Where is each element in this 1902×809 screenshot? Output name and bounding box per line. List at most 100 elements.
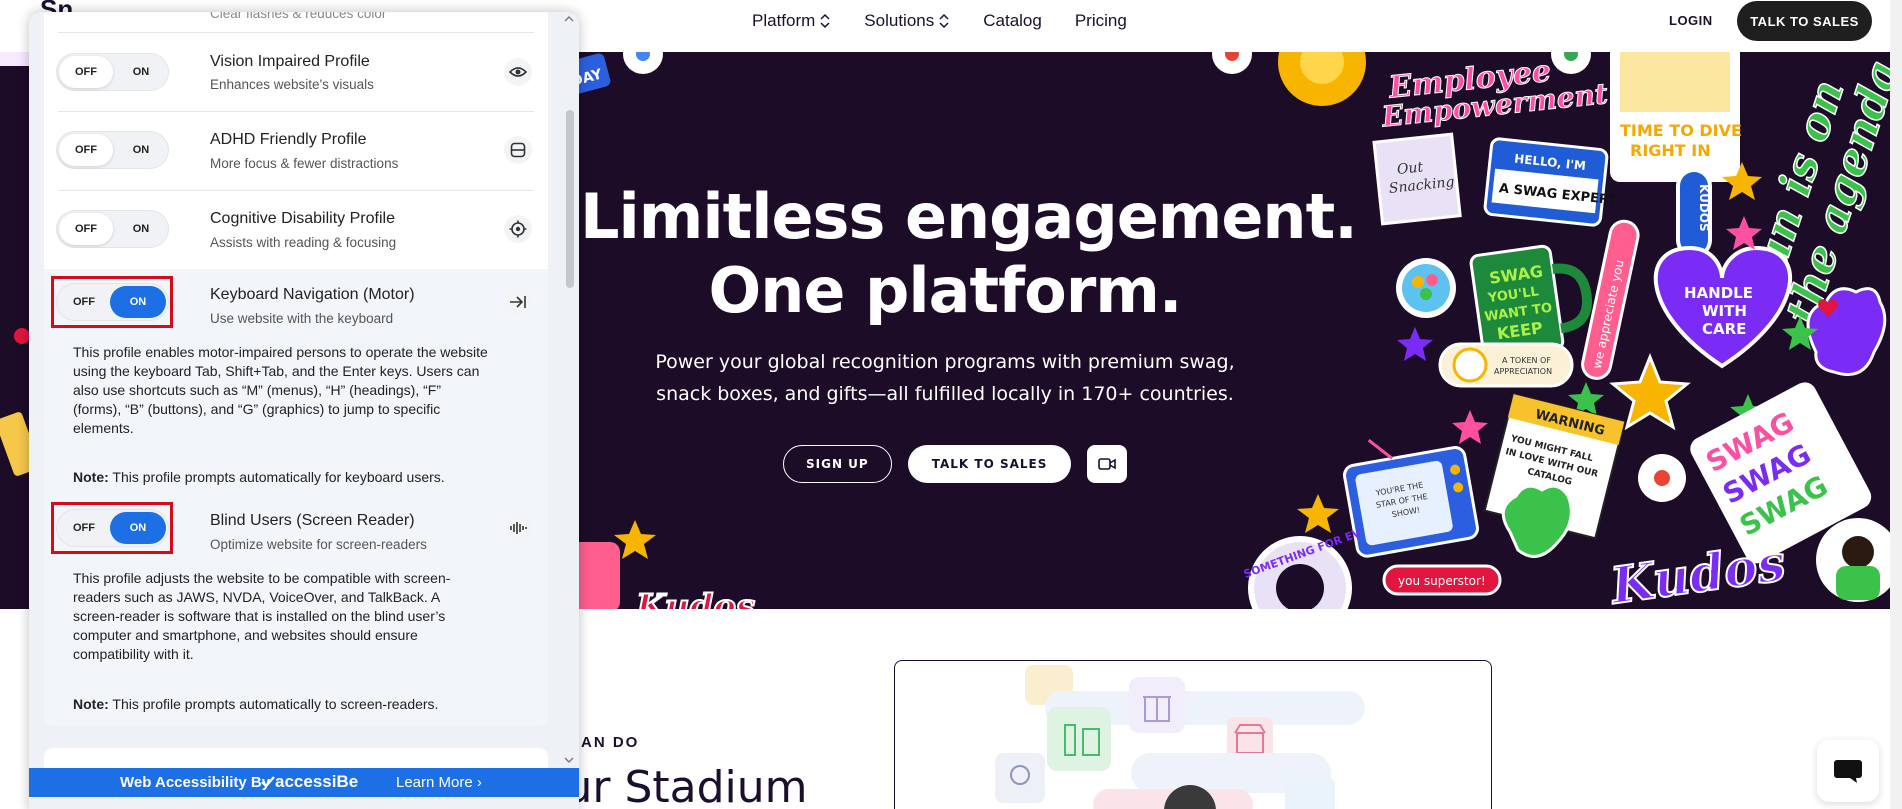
note-text: This profile prompts automatically to sc…	[108, 696, 439, 712]
chat-widget-button[interactable]	[1817, 740, 1879, 802]
main-nav: Platform Solutions Catalog Pricing	[752, 10, 1127, 32]
sticker-handle-text: WITH	[1702, 302, 1747, 320]
login-link[interactable]: LOGIN	[1669, 13, 1713, 28]
sticker-kudos-script: Kudos	[1605, 533, 1789, 609]
sticker-right-in-text: RIGHT IN	[1630, 141, 1711, 160]
sticker-hand-heart	[1806, 287, 1887, 376]
profile-name: Blind Users (Screen Reader)	[210, 512, 415, 529]
profile-details-line: compatibility with it.	[73, 646, 194, 662]
profile-details-line: readers such as JAWS, NVDA, VoiceOver, a…	[73, 589, 441, 605]
toggle-on-label: ON	[110, 512, 166, 544]
accessibility-profiles-list: Clear flashes & reduces color OFF ON Vis…	[44, 12, 548, 726]
nav-catalog[interactable]: Catalog	[983, 10, 1042, 32]
nav-platform[interactable]: Platform	[752, 10, 831, 32]
sticker-google-badge	[1638, 454, 1686, 502]
sticker-time-text: TIME TO DIVE	[1620, 121, 1742, 140]
nav-pricing-label: Pricing	[1074, 11, 1127, 30]
talk-to-sales-header-button[interactable]: TALK TO SALES	[1737, 1, 1872, 41]
sign-up-button[interactable]: SIGN UP	[783, 445, 892, 483]
toggle-off-label: OFF	[59, 134, 113, 166]
watch-video-button[interactable]	[1087, 445, 1128, 483]
profile-description: More focus & fewer distractions	[210, 156, 399, 171]
sticker-out-snacking: Out Snacking	[1372, 132, 1462, 226]
sticker-kudos-left: Kudos	[635, 587, 755, 609]
sticker-time-to-dive: TIME TO DIVE RIGHT IN	[1610, 52, 1742, 182]
focus-frame-icon	[504, 136, 532, 164]
toggle-off-label: OFF	[73, 522, 95, 534]
profile-desc-fragment: Clear flashes & reduces color	[210, 12, 387, 21]
sticker-token-appreciation: A TOKEN OF APPRECIATION	[1438, 342, 1574, 388]
profile-cognitive-disability: OFF ON Cognitive Disability Profile Assi…	[44, 191, 548, 269]
chevron-updown-icon	[939, 13, 949, 29]
sticker-snack-bowl	[1396, 258, 1456, 318]
learn-more-link[interactable]: Learn More ›	[396, 774, 482, 791]
target-icon	[504, 215, 532, 243]
profile-name: Keyboard Navigation (Motor)	[210, 286, 415, 303]
profile-details-line: elements.	[73, 420, 134, 436]
hero-actions: SIGN UP TALK TO SALES	[783, 445, 1128, 483]
sticker-ok-hand	[1501, 484, 1573, 558]
toggle-on-label: ON	[132, 144, 150, 156]
toggle-on-label: ON	[110, 286, 166, 318]
vision-impaired-toggle[interactable]: OFF ON	[56, 53, 169, 91]
chat-bubble-icon	[1834, 760, 1862, 783]
accessibe-logo[interactable]: accessiBe	[261, 772, 358, 792]
profile-details-line: screen-reader is software that is instal…	[73, 608, 446, 624]
talk-to-sales-button[interactable]: TALK TO SALES	[907, 445, 1072, 483]
note-label: Note:	[73, 696, 109, 712]
learn-more-label: Learn More	[396, 774, 473, 791]
sticker-handle-text: CARE	[1702, 320, 1746, 338]
feature-illustration	[995, 665, 1365, 809]
arrow-to-line-icon	[504, 288, 532, 316]
feature-media-card	[894, 660, 1492, 809]
audio-wave-icon	[504, 514, 532, 542]
keyboard-navigation-toggle[interactable]: OFF ON	[56, 283, 169, 321]
accessibility-footer: Web Accessibility By accessiBe Learn Mor…	[29, 768, 579, 797]
page-scrollbar[interactable]	[1890, 0, 1902, 809]
hero-subtitle: Power your global recognition programs w…	[620, 346, 1270, 410]
scroll-up-icon	[564, 16, 574, 22]
toggle-off-label: OFF	[59, 56, 113, 88]
nav-catalog-label: Catalog	[983, 11, 1042, 30]
profile-description: Use website with the keyboard	[210, 311, 394, 326]
profile-details-line: This profile enables motor-impaired pers…	[73, 344, 488, 360]
profile-description: Assists with reading & focusing	[210, 235, 397, 250]
profile-description: Enhances website's visuals	[210, 77, 374, 92]
profile-vision-impaired: OFF ON Vision Impaired Profile Enhances …	[44, 33, 548, 111]
sticker-out-text: Out	[1396, 159, 1424, 178]
panel-scrollbar-thumb[interactable]	[566, 110, 574, 288]
profile-details-line: This profile adjusts the website to be c…	[73, 570, 451, 586]
sticker-you-superstar: you superstor!	[1382, 564, 1502, 596]
profile-keyboard-navigation: OFF ON Keyboard Navigation (Motor) Use w…	[44, 269, 548, 496]
toggle-on-label: ON	[132, 66, 150, 78]
hero-title-line1: Limitless engagement.	[580, 180, 1358, 253]
profile-details-line: computer and smartphone, and websites sh…	[73, 627, 418, 643]
nav-solutions[interactable]: Solutions	[864, 10, 950, 32]
eye-icon	[504, 58, 532, 86]
sticker-google-badge	[1551, 52, 1591, 74]
profile-details-line: also use shortcuts such as “M” (menus), …	[73, 382, 441, 398]
nav-pricing[interactable]: Pricing	[1075, 10, 1127, 32]
profile-adhd-friendly: OFF ON ADHD Friendly Profile More focus …	[44, 112, 548, 190]
profile-name: ADHD Friendly Profile	[210, 131, 367, 148]
sticker-google-badge	[623, 52, 663, 74]
blind-users-toggle[interactable]: OFF ON	[56, 509, 169, 547]
profile-name: Cognitive Disability Profile	[210, 210, 395, 227]
accessibe-check-icon	[261, 776, 275, 788]
sticker-swag-mug: SWAG YOU'LL WANT TO KEEP	[1469, 244, 1593, 360]
accessibility-panel: Clear flashes & reduces color OFF ON Vis…	[29, 12, 579, 809]
note-text: This profile prompts automatically for k…	[108, 469, 445, 485]
cognitive-disability-toggle[interactable]: OFF ON	[56, 210, 169, 248]
profile-note: Note: This profile prompts automatically…	[73, 696, 438, 712]
adhd-friendly-toggle[interactable]: OFF ON	[56, 131, 169, 169]
sticker-google-badge	[1212, 52, 1252, 74]
profile-blind-users: OFF ON Blind Users (Screen Reader) Optim…	[44, 496, 548, 726]
profile-details: This profile enables motor-impaired pers…	[73, 343, 523, 438]
chevron-updown-icon	[820, 13, 830, 29]
section-eyebrow: AN DO	[581, 734, 640, 751]
sticker-kudos-vertical-text: KUDOS	[1697, 184, 1711, 232]
video-camera-icon	[1098, 458, 1117, 470]
profile-description: Optimize website for screen-readers	[210, 537, 427, 552]
toggle-off-label: OFF	[73, 296, 95, 308]
sticker-handle-text: HANDLE	[1684, 284, 1753, 302]
